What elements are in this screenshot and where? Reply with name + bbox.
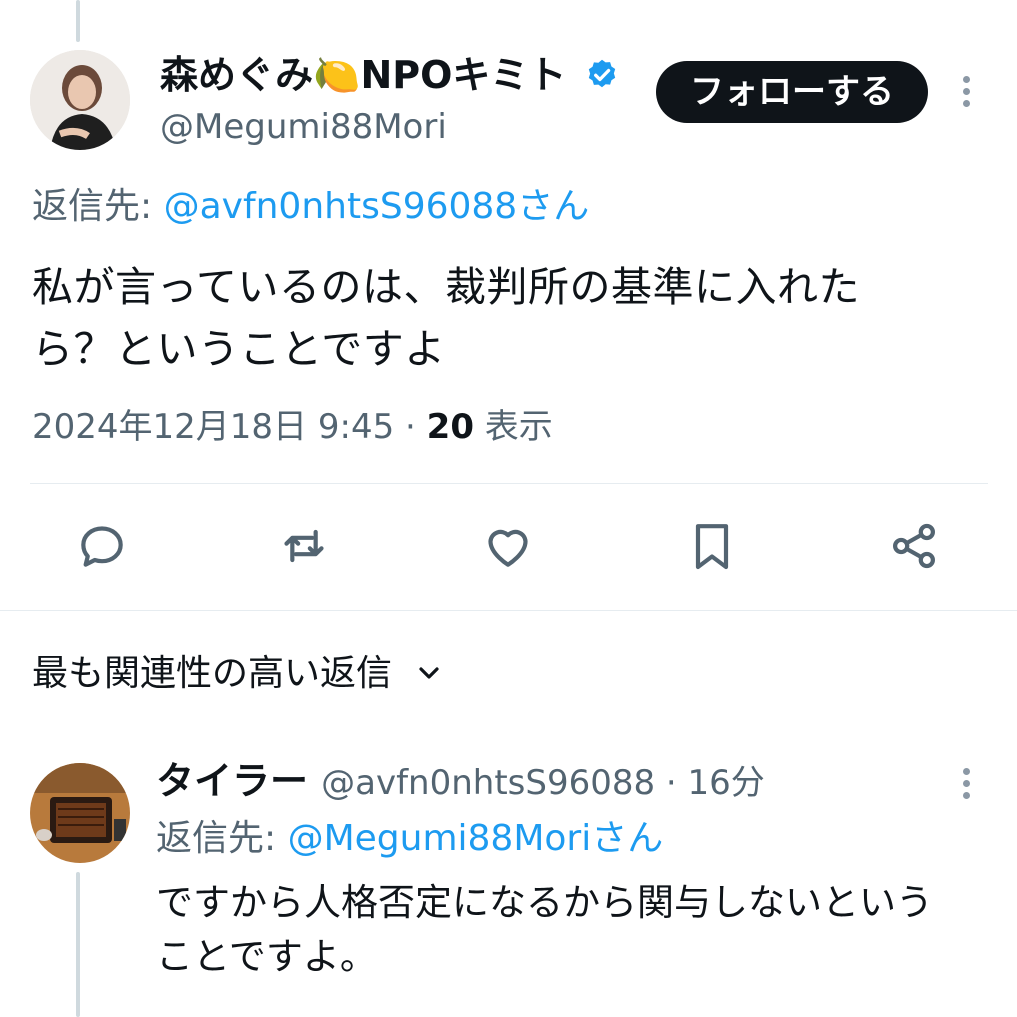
reply-sort-dropdown[interactable]: 最も関連性の高い返信 (32, 650, 445, 698)
reply-sort-label: 最も関連性の高い返信 (32, 653, 393, 694)
author-name[interactable]: 森めぐみ🍋NPOキミト (160, 52, 620, 98)
reply-to-line: 返信先: @avfn0nhtsS96088さん (32, 186, 589, 228)
tweet-text: 私が言っているのは、裁判所の基準に入れた ら？ということですよ (32, 256, 992, 380)
chevron-down-icon (419, 667, 440, 679)
reply-text-line: ですから人格否定になるから関与しないという (156, 881, 933, 924)
reply-more-options-icon[interactable] (962, 768, 972, 804)
views-label: 表示 (473, 407, 553, 447)
like-button[interactable] (480, 518, 536, 574)
thread-line-top (76, 0, 80, 42)
reply-author-avatar[interactable] (30, 763, 130, 863)
thread-line-reply (76, 872, 80, 1017)
reply-header: タイラー @avfn0nhtsS96088 · 16分 (156, 758, 765, 804)
reply-author-handle[interactable]: @avfn0nhtsS96088 (321, 763, 655, 803)
views-count: 20 (426, 407, 474, 447)
reply-author-name[interactable]: タイラー (156, 759, 308, 803)
verified-badge-icon (588, 59, 615, 88)
reply-text-line: ことですよ。 (156, 935, 377, 978)
tweet-text-line: ら？ということですよ (32, 325, 446, 373)
bookmark-button[interactable] (684, 518, 740, 574)
like-icon (488, 529, 528, 567)
follow-button[interactable]: フォローする (656, 61, 928, 123)
reply-text: ですから人格否定になるから関与しないという ことですよ。 (156, 876, 996, 984)
reply-icon (81, 526, 123, 567)
avatar-image (30, 50, 130, 150)
share-button[interactable] (886, 518, 942, 574)
tweet-timestamp[interactable]: 2024年12月18日 9:45 (32, 407, 394, 447)
divider-full (0, 610, 1017, 611)
retweet-icon (284, 529, 324, 563)
bookmark-icon (695, 524, 729, 570)
reply-to-handle-link[interactable]: @avfn0nhtsS96088さん (164, 186, 590, 227)
author-avatar[interactable] (30, 50, 130, 150)
reply-button[interactable] (74, 518, 130, 574)
author-handle[interactable]: @Megumi88Mori (160, 106, 447, 148)
meta-separator: · (394, 407, 427, 447)
divider (30, 483, 988, 484)
reply-to-handle-link[interactable]: @Megumi88Moriさん (288, 818, 664, 859)
retweet-button[interactable] (276, 518, 332, 574)
reply-to-prefix: 返信先: (32, 186, 164, 227)
tweet-text-line: 私が言っているのは、裁判所の基準に入れた (32, 263, 860, 311)
share-icon (893, 523, 935, 569)
reply-reply-to-line: 返信先: @Megumi88Moriさん (156, 818, 663, 860)
reply-time[interactable]: · 16分 (655, 763, 765, 803)
avatar-image (30, 763, 130, 863)
more-options-icon[interactable] (962, 76, 972, 112)
tweet-meta: 2024年12月18日 9:45 · 20 表示 (32, 406, 553, 448)
reply-to-prefix: 返信先: (156, 818, 288, 859)
